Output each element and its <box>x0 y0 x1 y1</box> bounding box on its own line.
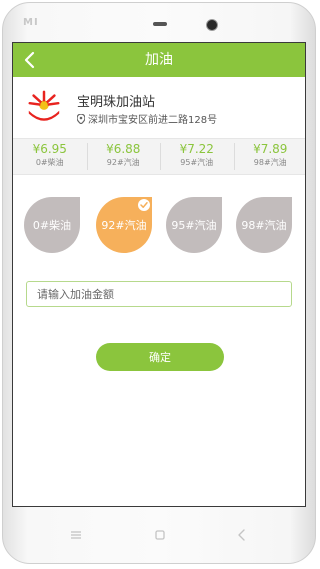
android-nav-bar <box>0 523 320 547</box>
price-value: ¥7.22 <box>179 142 214 156</box>
home-nav-button[interactable] <box>152 527 168 543</box>
station-card: 宝明珠加油站 深圳市宝安区前进二路128号 <box>13 77 305 137</box>
amount-input[interactable] <box>26 281 292 307</box>
selected-check-icon <box>138 199 150 211</box>
back-arrow-icon <box>238 529 245 541</box>
fuel-type-selector: 0#柴油 92#汽油 95#汽油 98#汽油 <box>24 197 296 253</box>
fuel-option-98[interactable]: 98#汽油 <box>236 197 292 253</box>
price-label: 92#汽油 <box>106 158 140 167</box>
home-square-icon <box>155 530 165 540</box>
station-address: 深圳市宝安区前进二路128号 <box>77 111 217 126</box>
price-strip: ¥6.95 0#柴油 ¥6.88 92#汽油 ¥7.22 95#汽油 ¥7.89… <box>13 138 306 175</box>
app-screen: 加油 宝明珠加油站 深圳市宝安区前进二路128号 ¥6.95 0#柴油 ¥6.8… <box>12 42 306 507</box>
brand-logo: MI <box>23 17 39 28</box>
price-item-98: ¥7.89 98#汽油 <box>233 139 306 174</box>
fuel-option-label: 95#汽油 <box>171 219 217 232</box>
confirm-button[interactable]: 确定 <box>96 343 224 371</box>
price-value: ¥7.89 <box>253 142 288 156</box>
price-value: ¥6.95 <box>32 142 67 156</box>
price-item-92: ¥6.88 92#汽油 <box>86 139 161 174</box>
title-bar: 加油 <box>13 43 305 77</box>
menu-lines-icon <box>71 531 81 539</box>
earpiece-speaker <box>153 22 167 26</box>
price-label: 0#柴油 <box>35 158 64 167</box>
station-logo-icon <box>28 90 60 121</box>
price-value: ¥6.88 <box>106 142 141 156</box>
fuel-option-label: 92#汽油 <box>101 219 147 232</box>
price-item-95: ¥7.22 95#汽油 <box>160 139 234 174</box>
menu-nav-button[interactable] <box>68 527 84 543</box>
fuel-option-label: 0#柴油 <box>32 219 72 232</box>
front-camera <box>206 19 218 31</box>
price-label: 95#汽油 <box>180 158 214 167</box>
back-nav-button[interactable] <box>234 527 250 543</box>
fuel-option-95[interactable]: 95#汽油 <box>166 197 222 253</box>
fuel-option-92[interactable]: 92#汽油 <box>96 197 152 253</box>
page-title: 加油 <box>145 52 173 68</box>
station-address-text: 深圳市宝安区前进二路128号 <box>88 115 218 126</box>
station-name: 宝明珠加油站 <box>77 95 156 110</box>
price-label: 98#汽油 <box>253 158 287 167</box>
price-item-0-diesel: ¥6.95 0#柴油 <box>13 139 87 174</box>
fuel-option-0-diesel[interactable]: 0#柴油 <box>24 197 80 253</box>
location-pin-icon <box>77 113 85 124</box>
fuel-option-label: 98#汽油 <box>241 219 287 232</box>
